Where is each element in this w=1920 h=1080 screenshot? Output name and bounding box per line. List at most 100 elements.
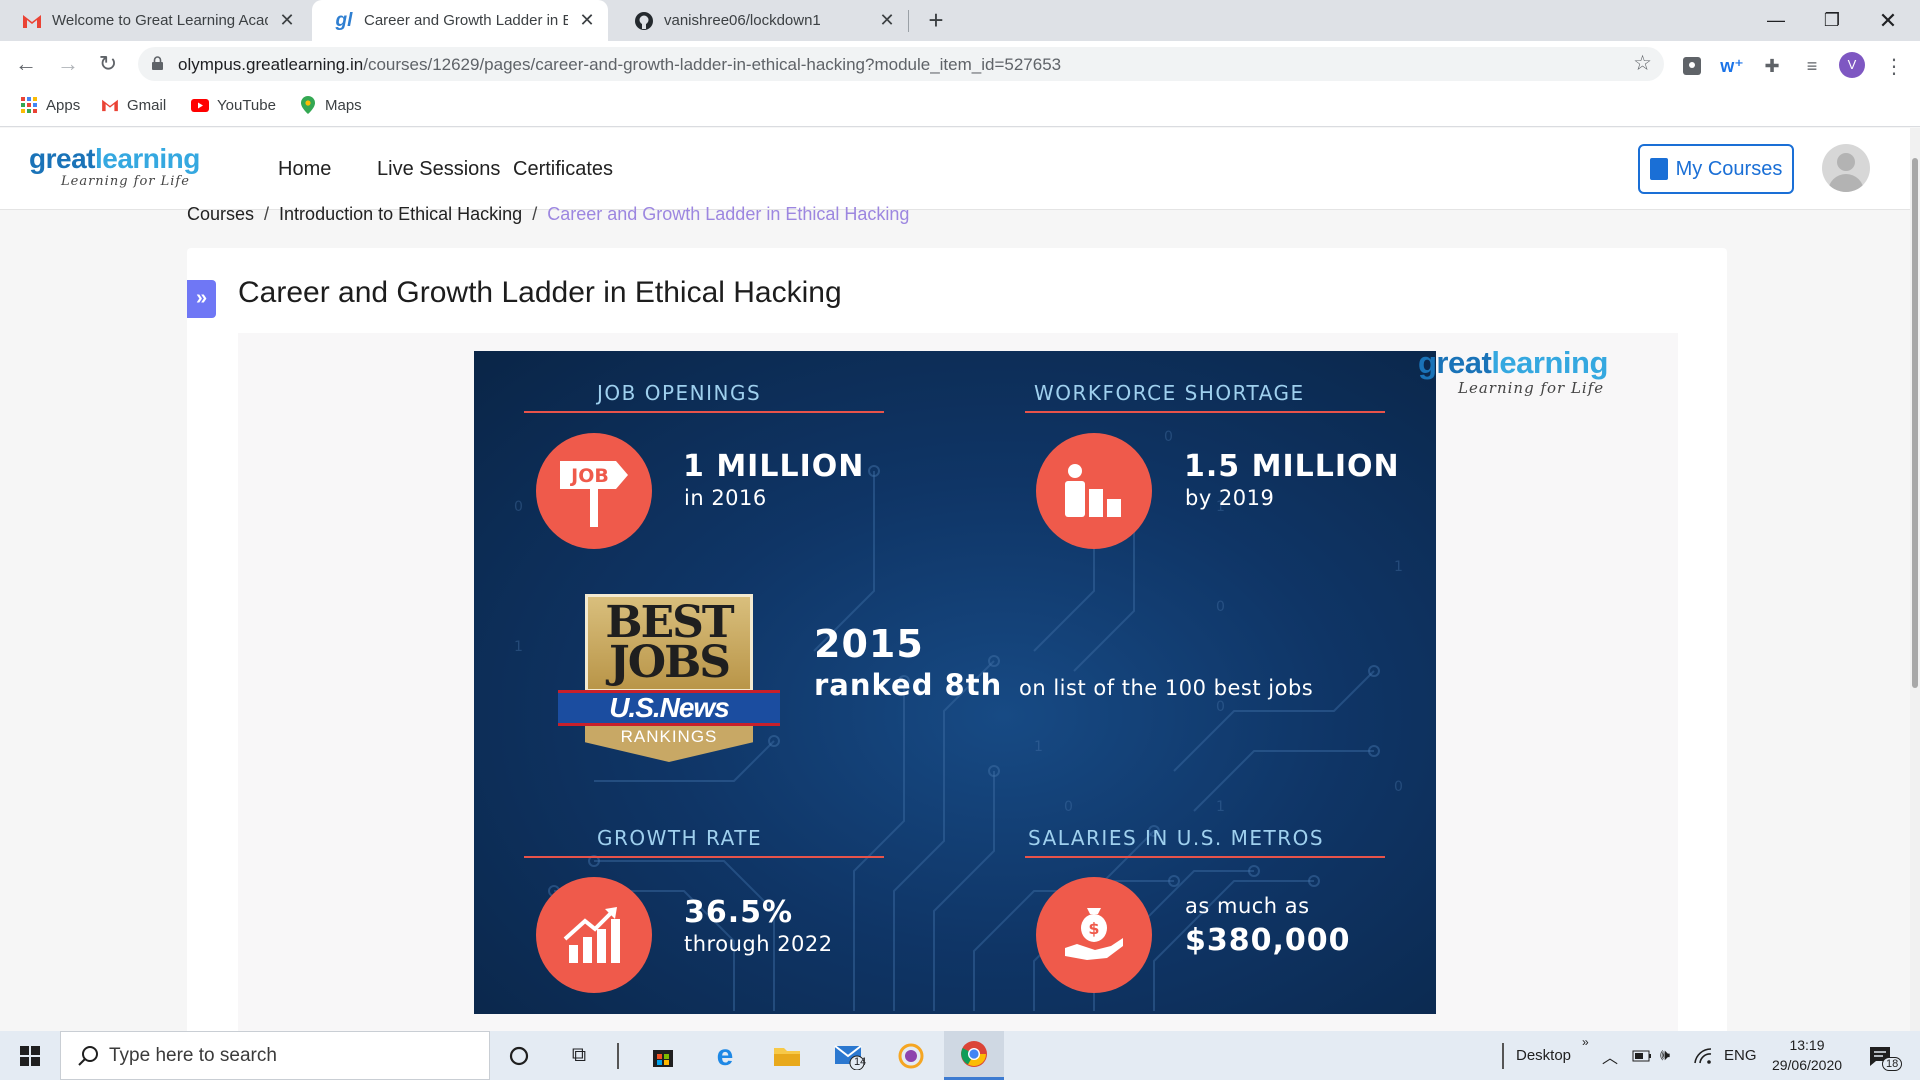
- task-view-icon[interactable]: ⧉: [554, 1031, 604, 1080]
- job-sign-icon: JOB: [536, 433, 652, 549]
- extension-icon[interactable]: [1680, 54, 1704, 78]
- close-tab-icon[interactable]: ✕: [876, 10, 898, 31]
- forward-icon[interactable]: →: [54, 51, 82, 79]
- workforce-people-icon: [1036, 433, 1152, 549]
- gmail-icon: [101, 96, 119, 114]
- user-avatar[interactable]: [1822, 144, 1870, 192]
- badge-usnews-ribbon: U.S.News: [558, 690, 780, 726]
- search-icon: [78, 1046, 98, 1066]
- file-explorer-icon[interactable]: [762, 1031, 812, 1080]
- nav-home[interactable]: Home: [278, 158, 331, 181]
- bookmarks-bar: Apps Gmail YouTube Maps: [0, 87, 1920, 127]
- my-courses-button[interactable]: My Courses: [1638, 144, 1794, 194]
- close-tab-icon[interactable]: ✕: [276, 10, 298, 31]
- workforce-shortage-value: 1.5 MILLION: [1184, 449, 1400, 484]
- my-courses-label: My Courses: [1675, 157, 1783, 180]
- tab-title: vanishree06/lockdown1: [664, 12, 821, 29]
- bookmark-gmail[interactable]: Gmail: [101, 96, 166, 114]
- wordtune-extension-icon[interactable]: w⁺: [1720, 54, 1744, 78]
- watermark-text-learning: learning: [1491, 345, 1608, 380]
- svg-text:0: 0: [1216, 699, 1225, 715]
- svg-text:0: 0: [1216, 599, 1225, 615]
- breadcrumb-module[interactable]: Introduction to Ethical Hacking: [279, 204, 522, 224]
- breadcrumb-separator: /: [532, 204, 538, 224]
- profile-avatar[interactable]: V: [1839, 52, 1865, 78]
- nav-certificates[interactable]: Certificates: [513, 158, 613, 181]
- watermark-tagline: Learning for Life: [1458, 379, 1605, 397]
- toolbar-overflow-chevron-icon[interactable]: »: [1582, 1017, 1589, 1066]
- browser-toolbar: ← → ↻ olympus.greatlearning.in/courses/1…: [0, 41, 1920, 87]
- expand-sidebar-chevron-icon[interactable]: »: [187, 280, 216, 318]
- url-host: olympus.greatlearning.in: [178, 55, 364, 74]
- book-icon: [1649, 158, 1668, 180]
- restore-icon[interactable]: ❐: [1804, 0, 1860, 41]
- salaries-heading: SALARIES IN U.S. METROS: [1028, 826, 1325, 850]
- nav-live-sessions[interactable]: Live Sessions: [377, 158, 500, 181]
- chrome-taskbar-icon[interactable]: [944, 1031, 1004, 1080]
- browser-tab-strip: Welcome to Great Learning Acad ✕ gl Care…: [0, 0, 1920, 41]
- taskbar-clock[interactable]: 13:19 29/06/2020: [1762, 1035, 1852, 1075]
- bookmark-youtube[interactable]: YouTube: [191, 96, 276, 114]
- close-window-icon[interactable]: ✕: [1860, 0, 1916, 41]
- wifi-icon[interactable]: [1694, 1031, 1712, 1080]
- back-icon[interactable]: ←: [12, 51, 40, 79]
- svg-text:1: 1: [1216, 799, 1225, 815]
- battery-icon[interactable]: [1632, 1031, 1652, 1080]
- address-bar[interactable]: olympus.greatlearning.in/courses/12629/p…: [138, 47, 1664, 81]
- apps-grid-icon: [20, 96, 38, 114]
- clock-date: 29/06/2020: [1771, 1057, 1843, 1073]
- best-jobs-rank-suffix: on list of the 100 best jobs: [1019, 676, 1314, 700]
- notification-center-icon[interactable]: 18: [1868, 1031, 1903, 1080]
- avatar-head: [1837, 153, 1855, 171]
- page-title: Career and Growth Ladder in Ethical Hack…: [238, 276, 842, 309]
- show-hidden-icons-chevron-icon[interactable]: ︿: [1602, 1031, 1618, 1080]
- infographic-watermark-logo: greatlearning Learning for Life: [1418, 345, 1608, 398]
- money-hand-icon: $: [1036, 877, 1152, 993]
- taskbar-search-input[interactable]: Type here to search: [60, 1031, 490, 1080]
- mail-icon[interactable]: 14: [824, 1031, 874, 1080]
- close-tab-icon[interactable]: ✕: [576, 10, 598, 31]
- github-icon: [634, 11, 654, 31]
- tab-github[interactable]: vanishree06/lockdown1 ✕: [612, 0, 908, 41]
- tab-gmail[interactable]: Welcome to Great Learning Acad ✕: [0, 0, 308, 41]
- reload-icon[interactable]: ↻: [94, 51, 122, 79]
- badge-line-jobs: JOBS: [608, 637, 731, 688]
- greatlearning-logo[interactable]: greatlearning Learning for Life: [29, 144, 200, 190]
- menu-kebab-icon[interactable]: ⋮: [1882, 54, 1906, 78]
- app-circle-icon[interactable]: [886, 1031, 936, 1080]
- tab-career-growth[interactable]: gl Career and Growth Ladder in Eth ✕: [312, 0, 608, 41]
- reading-list-icon[interactable]: ≡: [1800, 54, 1824, 78]
- bookmark-maps[interactable]: Maps: [299, 96, 362, 114]
- clock-time: 13:19: [1789, 1037, 1825, 1053]
- growth-chart-icon: [536, 877, 652, 993]
- best-jobs-badge: BEST JOBS U.S.News RANKINGS: [558, 594, 780, 762]
- microsoft-store-icon[interactable]: [638, 1031, 688, 1080]
- windows-start-icon[interactable]: [0, 1031, 60, 1080]
- minimize-icon[interactable]: —: [1748, 0, 1804, 41]
- edge-browser-icon[interactable]: e: [700, 1031, 750, 1080]
- bookmark-star-icon[interactable]: ☆: [1633, 51, 1652, 76]
- bookmark-label: Gmail: [127, 96, 167, 114]
- search-placeholder: Type here to search: [109, 1044, 277, 1066]
- puzzle-extensions-icon[interactable]: ✚: [1760, 54, 1784, 78]
- url-path: /courses/12629/pages/career-and-growth-l…: [363, 55, 1062, 74]
- job-sign-label: JOB: [569, 465, 609, 487]
- language-indicator[interactable]: ENG: [1724, 1031, 1757, 1080]
- cortana-icon[interactable]: [494, 1031, 544, 1080]
- new-tab-icon[interactable]: +: [922, 6, 950, 34]
- logo-tagline: Learning for Life: [61, 174, 190, 189]
- bookmark-label: Apps: [46, 96, 81, 114]
- svg-text:0: 0: [1394, 779, 1403, 795]
- scrollbar-thumb[interactable]: [1912, 158, 1918, 688]
- growth-rate-value: 36.5%: [684, 895, 794, 930]
- workforce-shortage-sub: by 2019: [1185, 486, 1275, 510]
- bookmark-apps[interactable]: Apps: [20, 96, 80, 114]
- job-openings-heading: JOB OPENINGS: [597, 381, 762, 405]
- desktop-toolbar[interactable]: Desktop: [1502, 1031, 1571, 1080]
- growth-rate-sub: through 2022: [684, 932, 833, 956]
- avatar-body: [1828, 174, 1864, 192]
- volume-icon[interactable]: 🕪: [1660, 1031, 1670, 1080]
- breadcrumb-courses[interactable]: Courses: [187, 204, 254, 224]
- section-underline: [1025, 856, 1385, 858]
- page-scrollbar[interactable]: [1910, 128, 1920, 1031]
